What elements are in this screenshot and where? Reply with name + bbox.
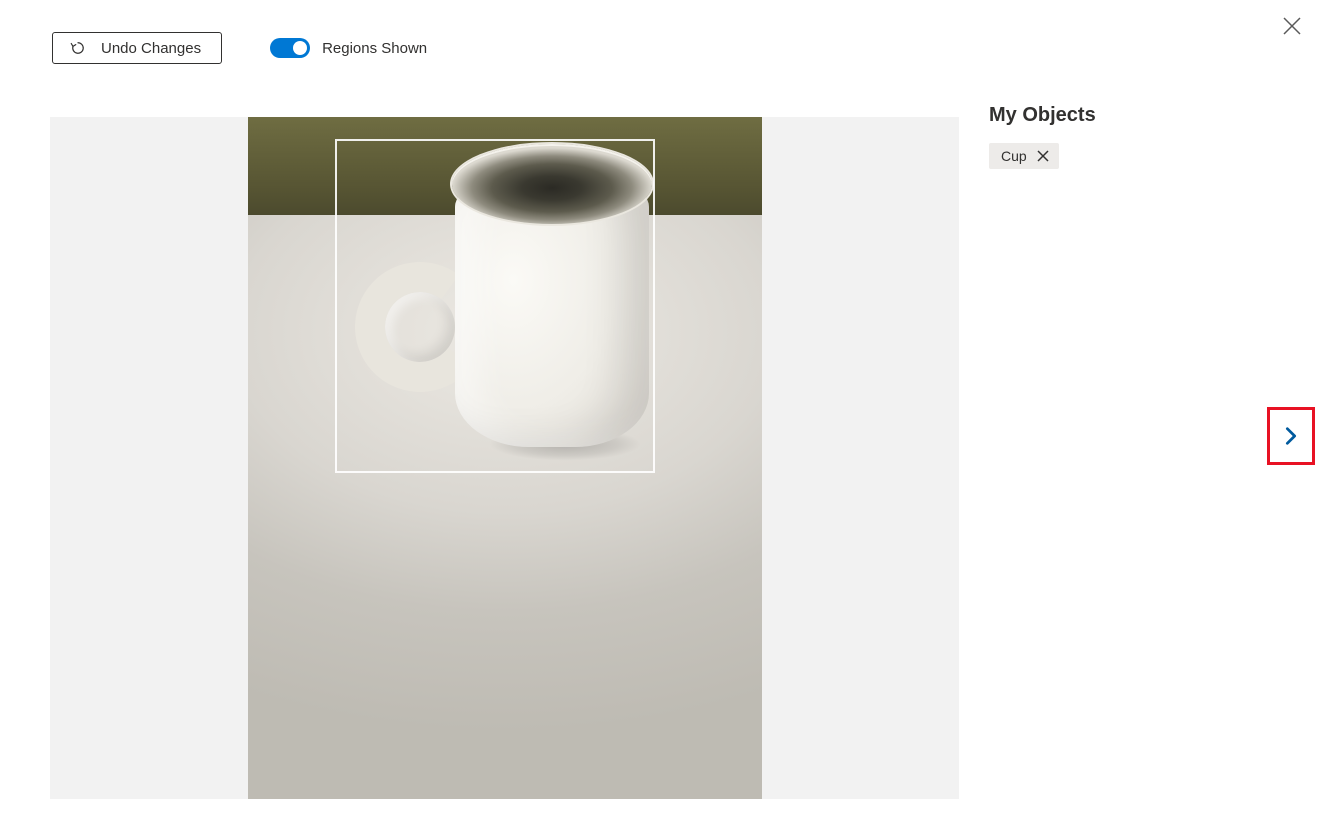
- undo-changes-label: Undo Changes: [101, 40, 201, 57]
- close-icon: [1280, 14, 1304, 38]
- regions-shown-control: Regions Shown: [270, 38, 427, 58]
- object-tag-label: Cup: [1001, 148, 1027, 164]
- close-button[interactable]: [1280, 14, 1304, 38]
- image-canvas[interactable]: [50, 117, 959, 799]
- regions-shown-label: Regions Shown: [322, 40, 427, 57]
- image-cup-rim: [452, 144, 652, 224]
- next-image-button[interactable]: [1267, 407, 1315, 465]
- chevron-right-icon: [1280, 422, 1302, 450]
- training-image: [248, 117, 762, 799]
- regions-shown-toggle[interactable]: [270, 38, 310, 58]
- object-tag-cup[interactable]: Cup: [989, 143, 1059, 169]
- objects-panel-title: My Objects: [989, 104, 1289, 127]
- close-icon: [1035, 148, 1051, 164]
- toolbar: Undo Changes Regions Shown: [52, 32, 427, 64]
- toggle-knob: [293, 41, 307, 55]
- remove-tag-button[interactable]: [1035, 148, 1051, 164]
- undo-changes-button[interactable]: Undo Changes: [52, 32, 222, 64]
- undo-icon: [69, 39, 87, 57]
- objects-panel: My Objects Cup: [989, 104, 1289, 169]
